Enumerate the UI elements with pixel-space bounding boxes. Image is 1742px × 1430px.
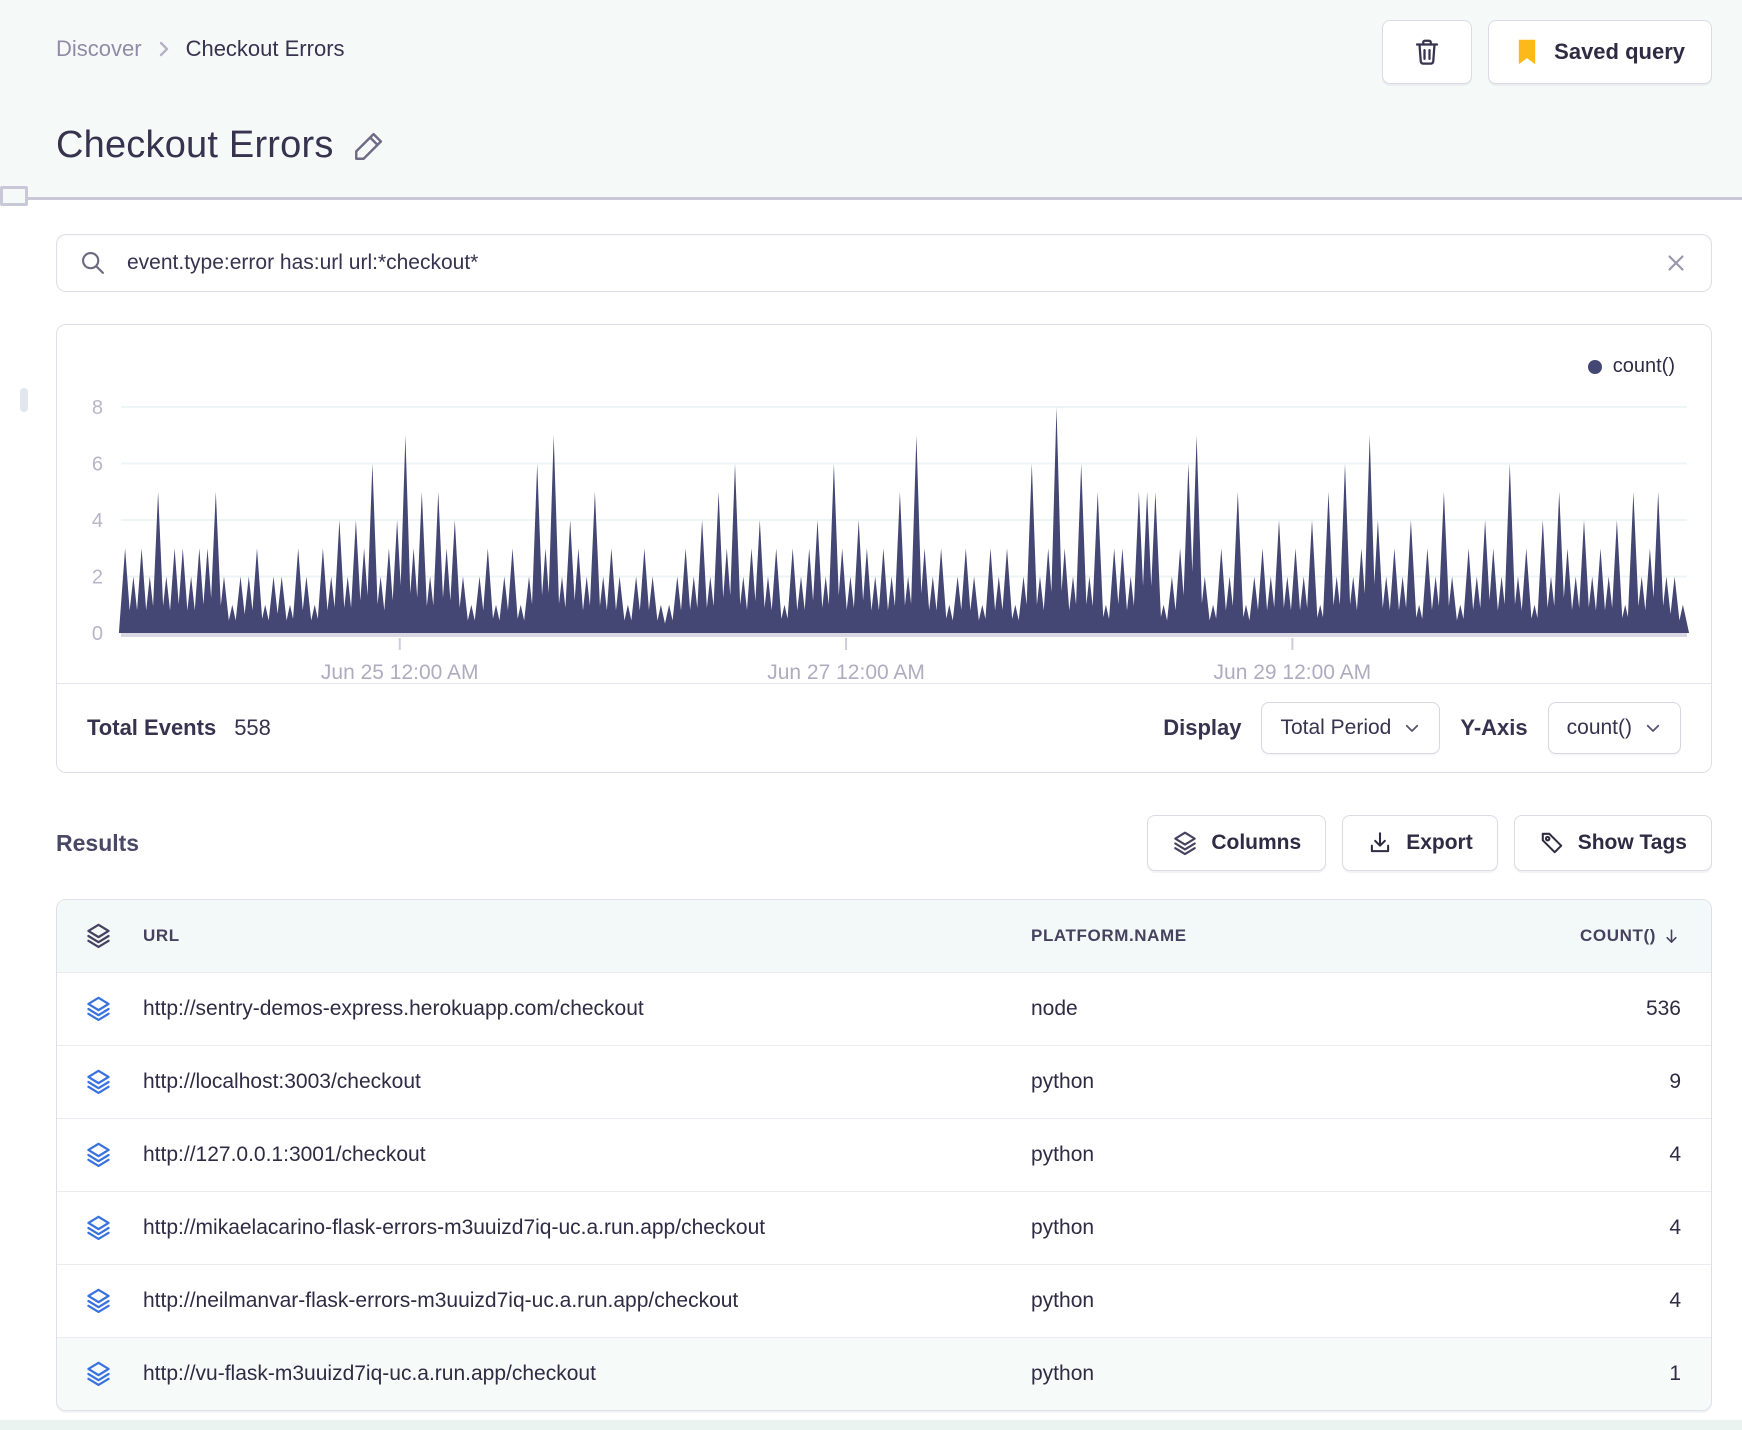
column-header-url[interactable]: URL bbox=[143, 926, 1031, 946]
row-url[interactable]: http://vu-flask-m3uuizd7iq-uc.a.run.app/… bbox=[143, 1362, 1031, 1386]
total-events-value: 558 bbox=[234, 715, 271, 740]
table-header-row: URL PLATFORM.NAME COUNT() bbox=[57, 900, 1711, 972]
show-tags-button[interactable]: Show Tags bbox=[1513, 815, 1712, 871]
row-url[interactable]: http://neilmanvar-flask-errors-m3uuizd7i… bbox=[143, 1289, 1031, 1313]
saved-query-button[interactable]: Saved query bbox=[1488, 20, 1712, 84]
table-row: http://127.0.0.1:3001/checkout python 4 bbox=[57, 1118, 1711, 1191]
chart-footer: Total Events 558 Display Total Period Y-… bbox=[57, 683, 1711, 772]
svg-text:Jun 29 12:00 AM: Jun 29 12:00 AM bbox=[1214, 661, 1372, 683]
row-platform: python bbox=[1031, 1143, 1095, 1166]
sidebar-drag-handle[interactable] bbox=[20, 388, 28, 412]
columns-button-label: Columns bbox=[1211, 831, 1302, 854]
row-count: 4 bbox=[1669, 1143, 1681, 1166]
row-count: 1 bbox=[1669, 1362, 1681, 1385]
row-count: 9 bbox=[1669, 1070, 1681, 1093]
row-platform: python bbox=[1031, 1362, 1095, 1385]
stack-icon[interactable] bbox=[85, 1214, 112, 1242]
row-url[interactable]: http://localhost:3003/checkout bbox=[143, 1070, 1031, 1094]
header-divider bbox=[0, 186, 1742, 206]
row-count: 536 bbox=[1645, 997, 1681, 1020]
trash-icon bbox=[1416, 39, 1439, 65]
chevron-down-icon bbox=[1646, 724, 1660, 732]
export-button[interactable]: Export bbox=[1342, 815, 1498, 871]
column-header-count[interactable]: COUNT() bbox=[1461, 926, 1711, 947]
table-row: http://localhost:3003/checkout python 9 bbox=[57, 1045, 1711, 1118]
events-bar-chart[interactable]: 0 2 4 6 8 Jun 25 12:00 AM Jun 27 12:00 AM Jun 2… bbox=[57, 347, 1711, 683]
total-events-label: Total Events bbox=[87, 715, 217, 740]
column-header-platform[interactable]: PLATFORM.NAME bbox=[1031, 926, 1461, 946]
row-platform: node bbox=[1031, 997, 1078, 1020]
row-platform: python bbox=[1031, 1289, 1095, 1312]
yaxis-label: Y-Axis bbox=[1460, 715, 1528, 740]
results-table: URL PLATFORM.NAME COUNT() http://sentry-… bbox=[56, 899, 1712, 1411]
show-tags-button-label: Show Tags bbox=[1577, 831, 1687, 854]
chevron-down-icon bbox=[1406, 724, 1419, 732]
results-header-row: Results Columns Export Show Tags bbox=[56, 815, 1712, 871]
display-dropdown-value: Total Period bbox=[1280, 716, 1392, 739]
edit-title-icon[interactable] bbox=[352, 129, 386, 163]
breadcrumb-discover-link[interactable]: Discover bbox=[56, 36, 142, 62]
table-body: http://sentry-demos-express.herokuapp.co… bbox=[57, 972, 1711, 1410]
clear-search-icon[interactable] bbox=[1663, 250, 1689, 276]
svg-text:2: 2 bbox=[92, 567, 103, 589]
breadcrumb-current: Checkout Errors bbox=[185, 36, 345, 61]
header-actions: Saved query bbox=[1382, 20, 1712, 84]
display-label: Display bbox=[1163, 715, 1242, 740]
delete-query-button[interactable] bbox=[1382, 20, 1473, 84]
breadcrumb-chevron-icon bbox=[159, 41, 168, 57]
stack-icon[interactable] bbox=[85, 1287, 112, 1315]
stack-icon[interactable] bbox=[85, 1360, 112, 1388]
stack-icon bbox=[1174, 831, 1197, 855]
chart-controls: Display Total Period Y-Axis count() bbox=[1163, 702, 1681, 754]
columns-button[interactable]: Columns bbox=[1147, 815, 1327, 871]
panel-collapse-tab[interactable] bbox=[0, 186, 28, 206]
export-button-label: Export bbox=[1406, 831, 1473, 854]
total-events: Total Events 558 bbox=[87, 715, 271, 741]
discover-saved-query-page: Discover Checkout Errors Saved query Che… bbox=[0, 0, 1742, 1430]
svg-text:8: 8 bbox=[92, 397, 103, 419]
stack-icon[interactable] bbox=[85, 1141, 112, 1169]
display-dropdown[interactable]: Total Period bbox=[1261, 702, 1441, 754]
svg-text:0: 0 bbox=[92, 623, 103, 645]
row-url[interactable]: http://127.0.0.1:3001/checkout bbox=[143, 1143, 1031, 1167]
table-row: http://vu-flask-m3uuizd7iq-uc.a.run.app/… bbox=[57, 1337, 1711, 1410]
results-buttons: Columns Export Show Tags bbox=[1147, 815, 1712, 871]
row-count: 4 bbox=[1669, 1289, 1681, 1312]
row-count: 4 bbox=[1669, 1216, 1681, 1239]
search-input[interactable] bbox=[125, 250, 1645, 276]
saved-query-label: Saved query bbox=[1554, 39, 1685, 64]
stack-icon[interactable] bbox=[85, 995, 112, 1023]
download-icon bbox=[1371, 832, 1390, 853]
stack-icon[interactable] bbox=[85, 1068, 112, 1096]
legend-label: count() bbox=[1612, 355, 1675, 377]
row-url[interactable]: http://mikaelacarino-flask-errors-m3uuiz… bbox=[143, 1216, 1031, 1240]
chart-legend[interactable]: count() bbox=[1587, 355, 1675, 378]
svg-text:Jun 27 12:00 AM: Jun 27 12:00 AM bbox=[767, 661, 925, 683]
breadcrumb: Discover Checkout Errors bbox=[56, 20, 345, 62]
table-row: http://sentry-demos-express.herokuapp.co… bbox=[57, 972, 1711, 1045]
search-icon bbox=[82, 252, 104, 274]
main-content: count() 0 2 4 6 8 Jun 25 12:00 AM Jun 27 12:00… bbox=[0, 234, 1742, 1411]
page-bottom-edge bbox=[0, 1420, 1742, 1430]
page-header: Discover Checkout Errors Saved query Che… bbox=[0, 0, 1742, 197]
table-row: http://neilmanvar-flask-errors-m3uuizd7i… bbox=[57, 1264, 1711, 1337]
search-bar bbox=[56, 234, 1712, 292]
yaxis-dropdown[interactable]: count() bbox=[1547, 702, 1681, 754]
legend-dot bbox=[1587, 359, 1602, 374]
stack-icon[interactable] bbox=[85, 922, 112, 950]
page-title: Checkout Errors bbox=[56, 124, 334, 166]
row-platform: python bbox=[1031, 1216, 1095, 1239]
yaxis-dropdown-value: count() bbox=[1566, 716, 1632, 739]
results-heading: Results bbox=[56, 829, 140, 856]
events-chart-card: count() 0 2 4 6 8 Jun 25 12:00 AM Jun 27 12:00… bbox=[56, 324, 1712, 773]
row-url[interactable]: http://sentry-demos-express.herokuapp.co… bbox=[143, 997, 1031, 1021]
tag-icon bbox=[1541, 832, 1562, 854]
bookmark-icon bbox=[1518, 39, 1536, 65]
row-platform: python bbox=[1031, 1070, 1095, 1093]
svg-text:6: 6 bbox=[92, 454, 103, 476]
svg-text:Jun 25 12:00 AM: Jun 25 12:00 AM bbox=[321, 661, 479, 683]
table-row: http://mikaelacarino-flask-errors-m3uuiz… bbox=[57, 1191, 1711, 1264]
svg-text:4: 4 bbox=[92, 510, 103, 532]
sort-desc-icon bbox=[1666, 928, 1677, 943]
